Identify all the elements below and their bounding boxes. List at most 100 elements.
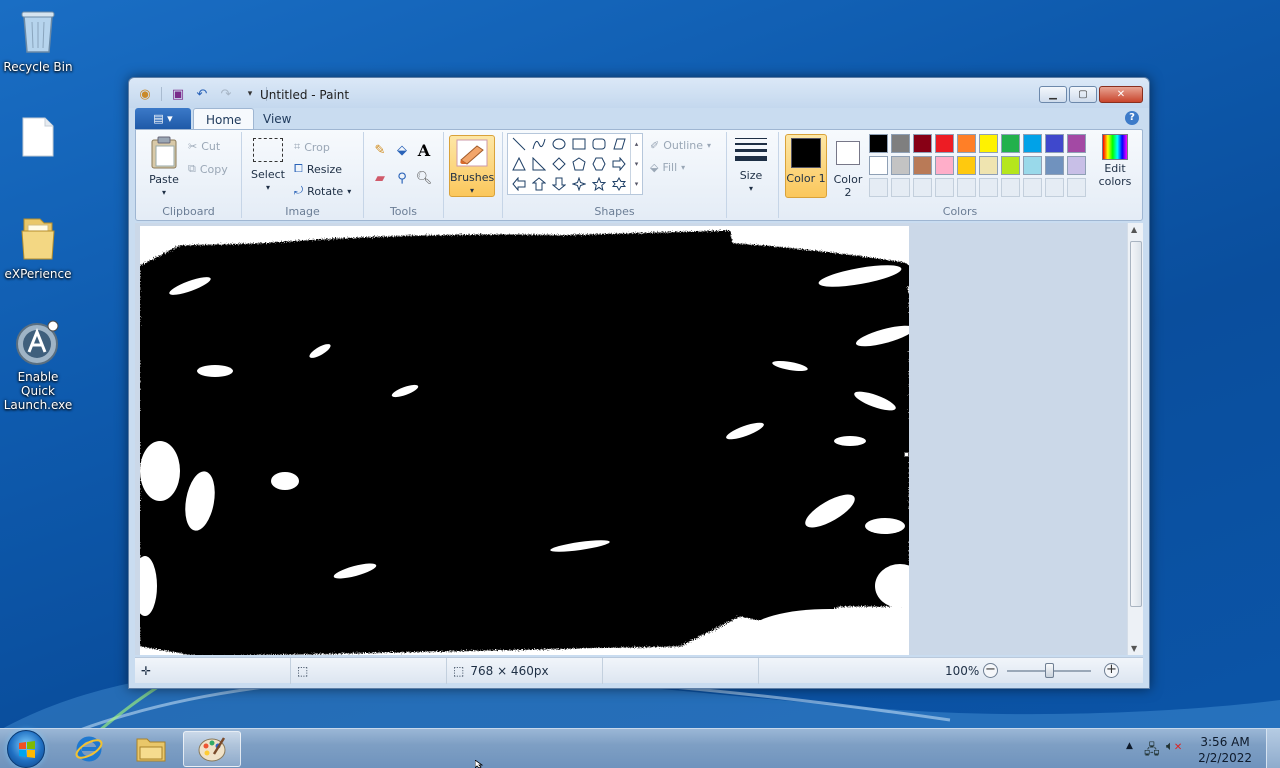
scrollbar-thumb[interactable] [1130, 241, 1142, 607]
custom-color-slot[interactable] [979, 178, 998, 197]
custom-color-slot[interactable] [891, 178, 910, 197]
magnifier-icon[interactable]: 🔍︎ [414, 168, 434, 188]
help-icon[interactable]: ? [1125, 111, 1139, 125]
color-swatch[interactable] [1045, 134, 1064, 153]
five-point-star-shape-icon[interactable] [590, 175, 608, 193]
zoom-slider-thumb[interactable] [1045, 663, 1054, 678]
zoom-in-button[interactable]: + [1104, 663, 1119, 678]
custom-color-slot[interactable] [935, 178, 954, 197]
hexagon-shape-icon[interactable] [590, 155, 608, 173]
color-swatch[interactable] [869, 134, 888, 153]
color-swatch[interactable] [869, 156, 888, 175]
tab-home[interactable]: Home [193, 108, 255, 130]
color-swatch[interactable] [979, 134, 998, 153]
left-arrow-shape-icon[interactable] [510, 175, 528, 193]
custom-color-slot[interactable] [957, 178, 976, 197]
desktop-icon-enable-quick-launch[interactable]: Enable Quick Launch.exe [0, 320, 76, 412]
oval-shape-icon[interactable] [550, 135, 568, 153]
diamond-shape-icon[interactable] [550, 155, 568, 173]
brushes-button[interactable]: Brushes ▾ [449, 135, 495, 197]
volume-muted-icon[interactable]: 🔈︎✕ [1166, 739, 1182, 754]
zoom-out-button[interactable]: − [983, 663, 998, 678]
edit-colors-button[interactable]: Edit colors [1095, 134, 1135, 188]
color-swatch[interactable] [1001, 156, 1020, 175]
color-swatch[interactable] [1045, 156, 1064, 175]
show-hidden-icons[interactable]: ▲ [1126, 741, 1133, 751]
clock[interactable]: 3:56 AM 2/2/2022 [1198, 734, 1252, 766]
crop-button[interactable]: ⌗ Crop [294, 140, 330, 154]
color1-button[interactable]: Color 1 [785, 134, 827, 198]
color-swatch[interactable] [935, 156, 954, 175]
color-swatch[interactable] [913, 156, 932, 175]
color-swatch[interactable] [891, 134, 910, 153]
taskbar-windows-explorer[interactable] [122, 731, 180, 767]
rounded-rectangle-shape-icon[interactable] [590, 135, 608, 153]
color-swatch[interactable] [1001, 134, 1020, 153]
rotate-button[interactable]: ⤾ Rotate ▾ [294, 184, 351, 198]
drawing-canvas[interactable] [140, 226, 909, 655]
custom-color-slot[interactable] [1067, 178, 1086, 197]
color-picker-icon[interactable]: ⚲ [392, 168, 412, 188]
copy-button[interactable]: ⧉ Copy [188, 162, 228, 176]
eraser-icon[interactable]: ▰ [370, 168, 390, 188]
taskbar-paint[interactable] [183, 731, 241, 767]
minimize-button[interactable]: ▁ [1039, 86, 1067, 103]
pentagon-shape-icon[interactable] [570, 155, 588, 173]
save-icon[interactable]: ▣ [170, 86, 186, 102]
start-button[interactable] [7, 730, 45, 768]
six-point-star-shape-icon[interactable] [610, 175, 628, 193]
paste-button[interactable]: Paste ▾ [144, 136, 184, 199]
color-swatch[interactable] [935, 134, 954, 153]
color-swatch[interactable] [979, 156, 998, 175]
canvas-resize-handle[interactable] [904, 452, 909, 457]
custom-color-slot[interactable] [1001, 178, 1020, 197]
right-arrow-shape-icon[interactable] [610, 155, 628, 173]
scroll-down-icon[interactable]: ▼ [1131, 644, 1137, 653]
desktop-icon-experience[interactable]: eXPerience [0, 213, 76, 281]
redo-icon[interactable]: ↷ [218, 86, 234, 102]
maximize-button[interactable]: ▢ [1069, 86, 1097, 103]
undo-icon[interactable]: ↶ [194, 86, 210, 102]
up-arrow-shape-icon[interactable] [530, 175, 548, 193]
resize-button[interactable]: ⧠ Resize [294, 162, 342, 176]
title-bar[interactable]: ◉ ▣ ↶ ↷ ▾ Untitled - Paint ▁ ▢ ✕ [129, 78, 1149, 108]
color-swatch[interactable] [891, 156, 910, 175]
triangle-shape-icon[interactable] [510, 155, 528, 173]
rectangle-shape-icon[interactable] [570, 135, 588, 153]
down-arrow-shape-icon[interactable] [550, 175, 568, 193]
color-swatch[interactable] [913, 134, 932, 153]
color2-button[interactable]: Color 2 [829, 134, 867, 199]
size-button[interactable]: Size ▾ [733, 138, 769, 195]
color-swatch[interactable] [1023, 134, 1042, 153]
desktop-icon-blank-file[interactable] [0, 116, 76, 162]
fill-button[interactable]: ⬙ Fill ▾ [650, 161, 685, 174]
pencil-icon[interactable]: ✎ [370, 140, 390, 160]
polygon-shape-icon[interactable] [610, 135, 628, 153]
fill-bucket-icon[interactable]: ⬙ [392, 140, 412, 160]
custom-color-slot[interactable] [1045, 178, 1064, 197]
color-swatch[interactable] [1067, 134, 1086, 153]
customize-qat-icon[interactable]: ▾ [242, 86, 258, 102]
cut-button[interactable]: ✂ Cut [188, 140, 220, 153]
color-swatch[interactable] [1067, 156, 1086, 175]
custom-color-slot[interactable] [913, 178, 932, 197]
tab-view[interactable]: View [251, 108, 303, 130]
outline-button[interactable]: ✐ Outline ▾ [650, 139, 711, 152]
paint-app-icon[interactable]: ◉ [137, 86, 153, 102]
text-tool-icon[interactable]: A [414, 140, 434, 160]
custom-color-slot[interactable] [869, 178, 888, 197]
color-swatch[interactable] [1023, 156, 1042, 175]
color-swatch[interactable] [957, 156, 976, 175]
scroll-up-icon[interactable]: ▲ [1131, 225, 1137, 234]
file-menu-button[interactable]: ▤ ▾ [135, 108, 191, 129]
select-button[interactable]: Select ▾ [248, 138, 288, 194]
desktop-icon-recycle-bin[interactable]: Recycle Bin [0, 6, 76, 74]
close-button[interactable]: ✕ [1099, 86, 1143, 103]
four-point-star-shape-icon[interactable] [570, 175, 588, 193]
network-icon[interactable]: 🖧︎ [1144, 739, 1160, 763]
show-desktop-button[interactable] [1266, 729, 1280, 768]
color-swatch[interactable] [957, 134, 976, 153]
shapes-scroll[interactable]: ▴ ▾ ▾ [630, 134, 642, 194]
custom-color-slot[interactable] [1023, 178, 1042, 197]
line-shape-icon[interactable] [510, 135, 528, 153]
